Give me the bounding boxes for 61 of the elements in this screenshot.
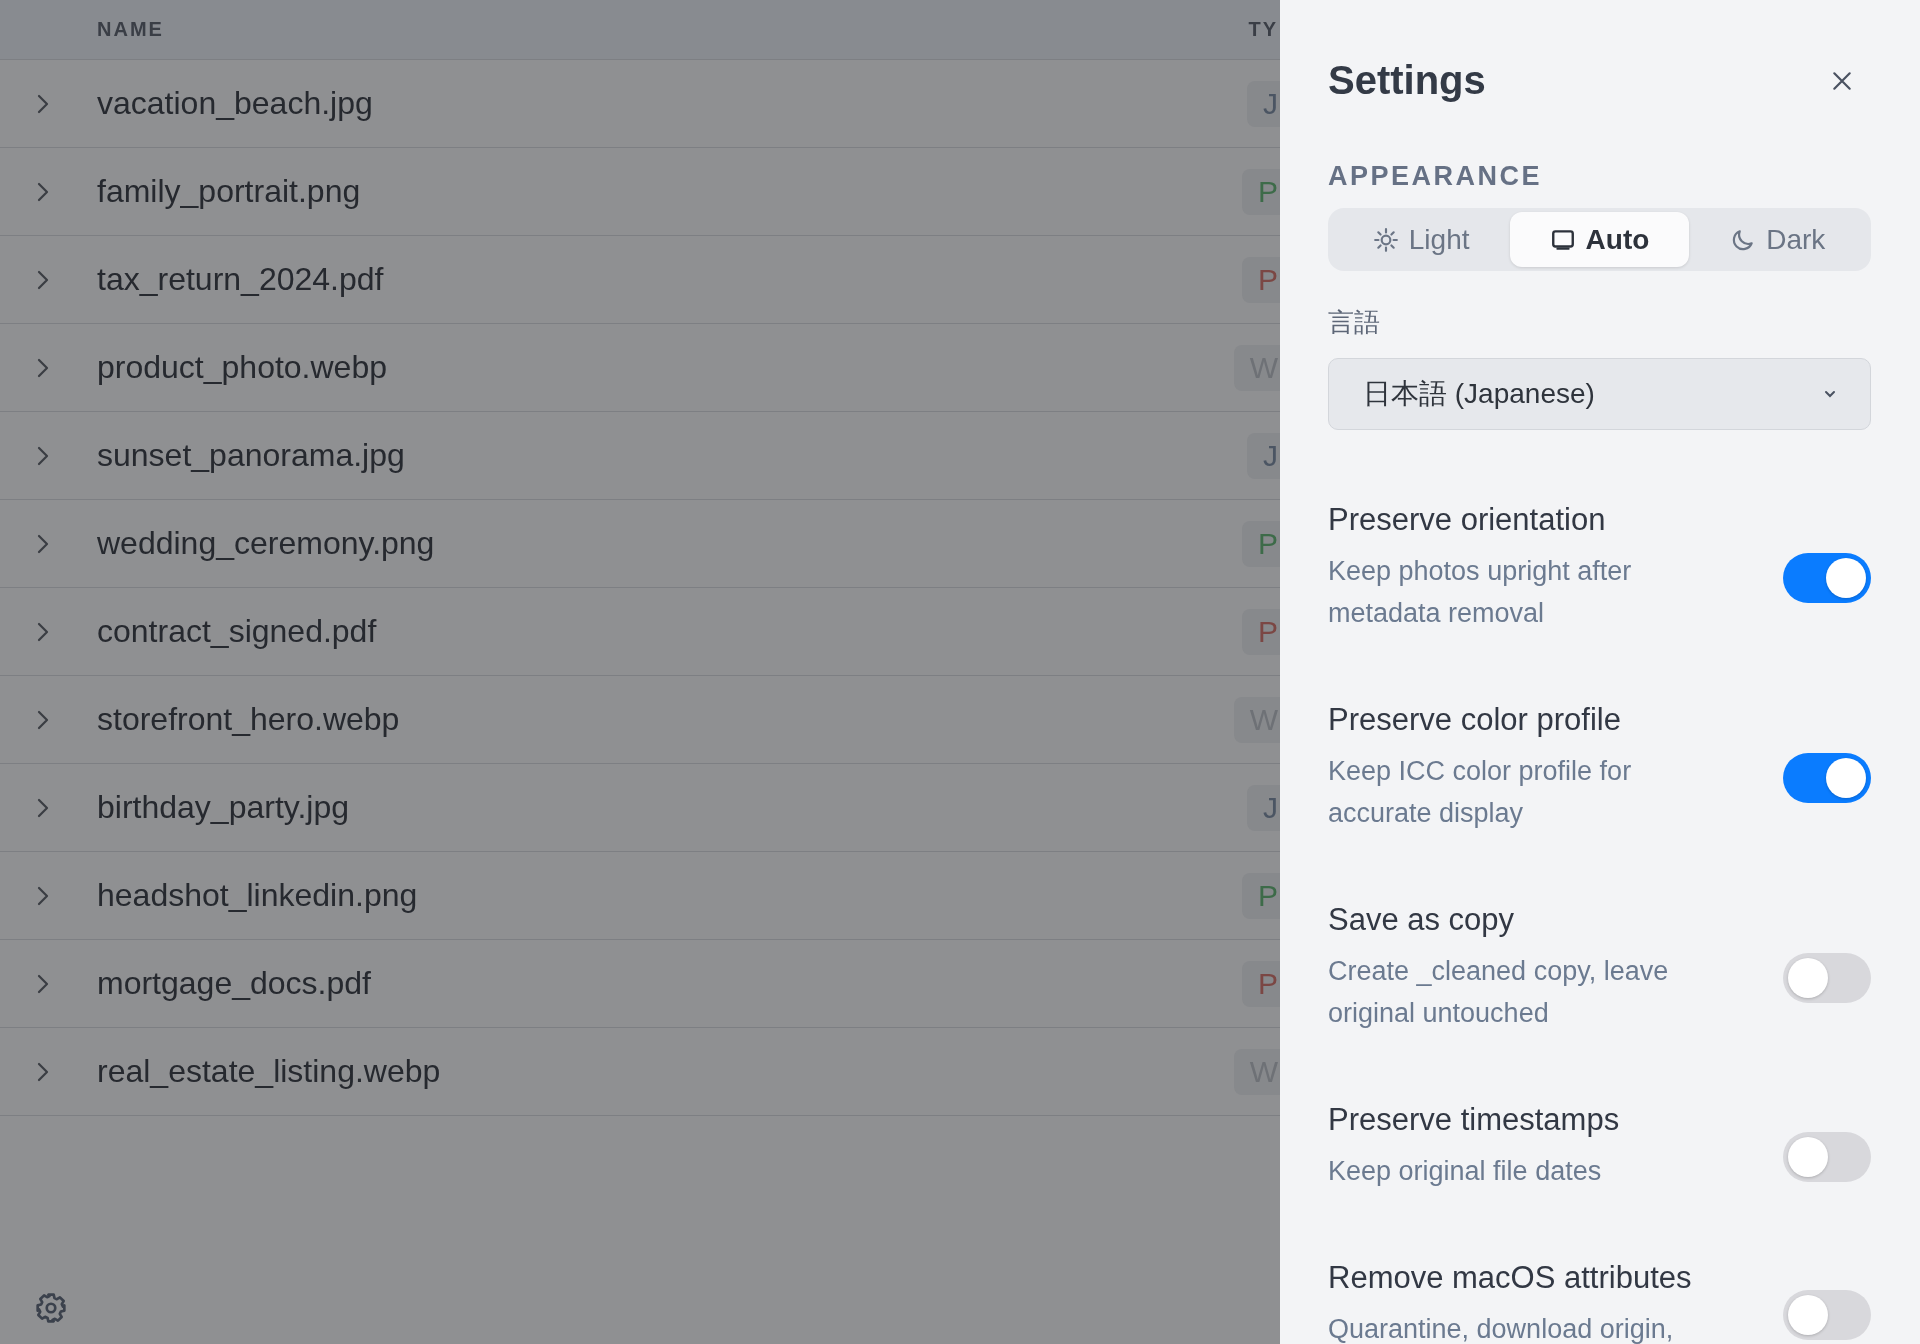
chevron-down-icon — [1824, 390, 1836, 398]
option-description: Keep original file dates — [1328, 1155, 1603, 1188]
toggle-switch[interactable] — [1783, 953, 1871, 1003]
chevron-icon[interactable] — [37, 93, 49, 114]
field-label: 言語 — [1328, 306, 1381, 339]
file-name: storefront_hero.webp — [97, 701, 400, 738]
file-name: wedding_ceremony.png — [97, 525, 435, 562]
language-select[interactable]: 日本語 (Japanese) — [1328, 358, 1871, 430]
type-badge: P — [1242, 872, 1280, 919]
settings-icon[interactable] — [35, 1292, 67, 1324]
file-name: vacation_beach.jpg — [97, 85, 373, 122]
chevron-icon[interactable] — [37, 357, 49, 378]
theme-option[interactable]: Dark — [1688, 212, 1867, 267]
option-description: Keep ICC color profile for accurate display — [1328, 755, 1633, 830]
file-name: contract_signed.pdf — [97, 613, 377, 650]
file-name: family_portrait.png — [97, 173, 361, 210]
file-name: headshot_linkedin.png — [97, 877, 418, 914]
theme-option[interactable]: Auto — [1510, 212, 1689, 267]
option-description: Quarantine, download origin, — [1328, 1313, 1675, 1344]
chevron-icon[interactable] — [37, 269, 49, 290]
theme-option[interactable]: Light — [1332, 212, 1511, 267]
chevron-icon[interactable] — [37, 709, 49, 730]
option-title: Save as copy — [1328, 902, 1516, 938]
option-description: Keep photos upright after metadata removal — [1328, 555, 1633, 630]
chevron-icon[interactable] — [37, 533, 49, 554]
file-name: sunset_panorama.jpg — [97, 437, 405, 474]
toggle-switch[interactable] — [1783, 1290, 1871, 1340]
type-badge: P — [1242, 168, 1280, 215]
type-badge: J — [1247, 784, 1280, 831]
toggle-switch[interactable] — [1783, 1132, 1871, 1182]
sun-icon — [1372, 226, 1399, 253]
panel-title: Settings — [1328, 58, 1486, 103]
chevron-icon[interactable] — [37, 181, 49, 202]
chevron-icon[interactable] — [37, 797, 49, 818]
type-badge: P — [1242, 520, 1280, 567]
type-badge: P — [1242, 256, 1280, 303]
type-badge: P — [1242, 608, 1280, 655]
close-icon[interactable] — [1831, 69, 1853, 92]
option-title: Preserve timestamps — [1328, 1102, 1621, 1138]
option-description: Create _cleaned copy, leave original untouched — [1328, 955, 1670, 1030]
chevron-icon[interactable] — [37, 445, 49, 466]
file-name: mortgage_docs.pdf — [97, 965, 371, 1002]
type-badge: J — [1247, 80, 1280, 127]
option-title: Remove macOS attributes — [1328, 1260, 1693, 1296]
type-badge: P — [1242, 960, 1280, 1007]
file-name: birthday_party.jpg — [97, 789, 349, 826]
chevron-icon[interactable] — [37, 621, 49, 642]
type-badge: J — [1247, 432, 1280, 479]
chevron-icon[interactable] — [37, 973, 49, 994]
column-header[interactable]: NAME — [97, 18, 164, 41]
option-title: Preserve color profile — [1328, 702, 1622, 738]
chevron-icon[interactable] — [37, 1061, 49, 1082]
option-title: Preserve orientation — [1328, 502, 1607, 538]
toggle-switch[interactable] — [1783, 553, 1871, 603]
chevron-icon[interactable] — [37, 885, 49, 906]
toggle-switch[interactable] — [1783, 753, 1871, 803]
file-name: tax_return_2024.pdf — [97, 261, 384, 298]
file-name: product_photo.webp — [97, 349, 387, 386]
file-name: real_estate_listing.webp — [97, 1053, 441, 1090]
column-header[interactable]: TY — [1248, 18, 1278, 41]
section-label: APPEARANCE — [1328, 161, 1544, 192]
